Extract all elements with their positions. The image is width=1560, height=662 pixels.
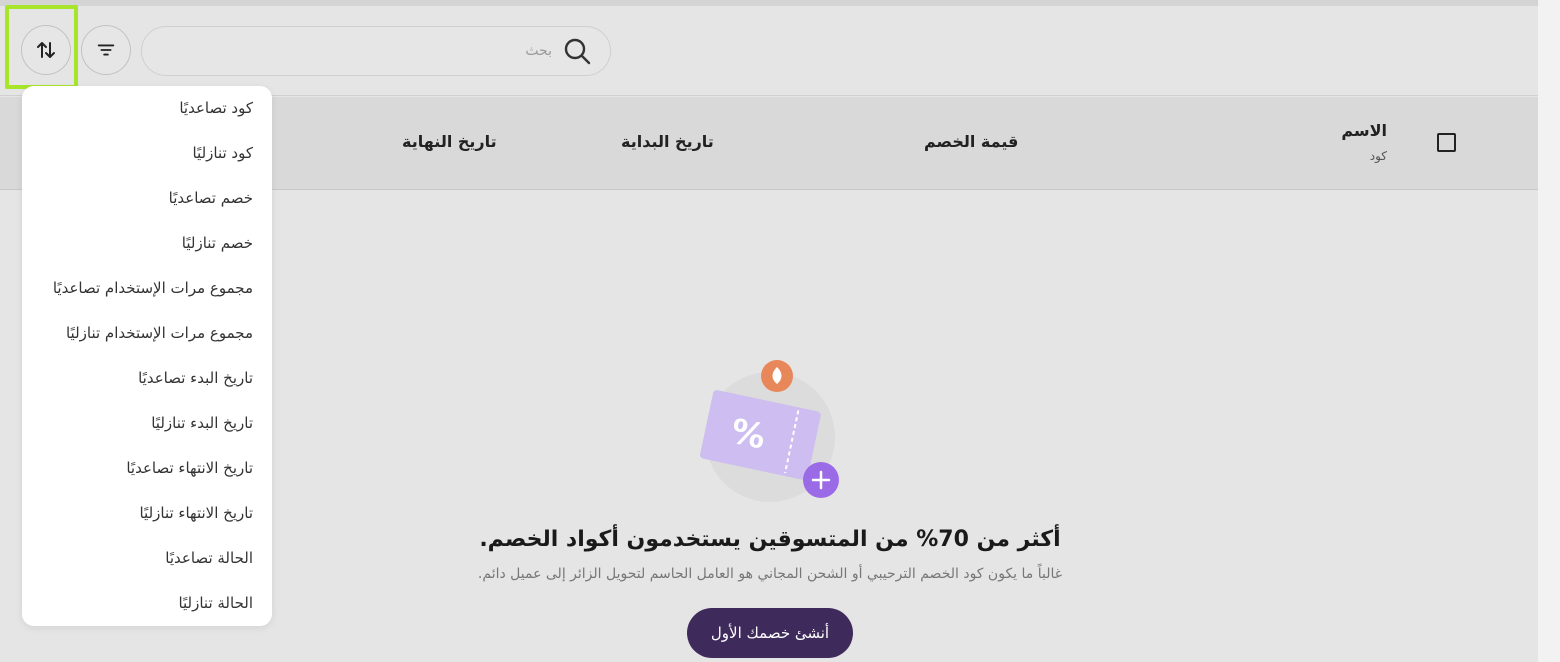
discount-coupon-illustration: % bbox=[700, 360, 839, 502]
sort-option-end-asc[interactable]: تاريخ الانتهاء تصاعديًا bbox=[22, 456, 272, 501]
filter-lines-icon bbox=[97, 44, 115, 56]
create-first-discount-button[interactable]: أنشئ خصمك الأول bbox=[687, 608, 853, 658]
filter-button[interactable] bbox=[81, 25, 131, 75]
sort-option-status-asc[interactable]: الحالة تصاعديًا bbox=[22, 546, 272, 591]
sort-button[interactable] bbox=[21, 25, 71, 75]
column-name[interactable]: الاسم bbox=[1341, 121, 1387, 140]
select-all-checkbox[interactable] bbox=[1437, 133, 1456, 152]
column-start-date[interactable]: تاريخ البداية bbox=[621, 132, 714, 151]
sort-option-usage-asc[interactable]: مجموع مرات الإستخدام تصاعديًا bbox=[22, 276, 272, 321]
sort-option-usage-desc[interactable]: مجموع مرات الإستخدام تنازليًا bbox=[22, 321, 272, 366]
empty-state-description: غالباً ما يكون كود الخصم الترحيبي أو الش… bbox=[477, 566, 1063, 582]
sort-option-code-desc[interactable]: كود تنازليًا bbox=[22, 141, 272, 186]
search-box bbox=[141, 26, 611, 76]
search-icon bbox=[564, 38, 591, 65]
search-input[interactable] bbox=[172, 43, 552, 59]
sort-option-start-desc[interactable]: تاريخ البدء تنازليًا bbox=[22, 411, 272, 456]
sort-option-discount-desc[interactable]: خصم تنازليًا bbox=[22, 231, 272, 276]
sort-menu: كود تصاعديًا كود تنازليًا خصم تصاعديًا خ… bbox=[22, 86, 272, 626]
column-discount-value[interactable]: قيمة الخصم bbox=[924, 132, 1018, 151]
toolbar bbox=[0, 5, 1538, 96]
sort-arrows-icon bbox=[37, 42, 55, 58]
column-end-date[interactable]: تاريخ النهاية bbox=[402, 132, 497, 151]
sort-option-discount-asc[interactable]: خصم تصاعديًا bbox=[22, 186, 272, 231]
sort-option-end-desc[interactable]: تاريخ الانتهاء تنازليًا bbox=[22, 501, 272, 546]
column-code: كود bbox=[1369, 149, 1387, 163]
page-right-edge bbox=[1538, 0, 1560, 662]
sort-option-code-asc[interactable]: كود تصاعديًا bbox=[22, 96, 272, 141]
sort-option-start-asc[interactable]: تاريخ البدء تصاعديًا bbox=[22, 366, 272, 411]
empty-state-title: أكثر من 70% من المتسوقين يستخدمون أكواد … bbox=[479, 527, 1061, 552]
sort-option-status-desc[interactable]: الحالة تنازليًا bbox=[22, 591, 272, 636]
